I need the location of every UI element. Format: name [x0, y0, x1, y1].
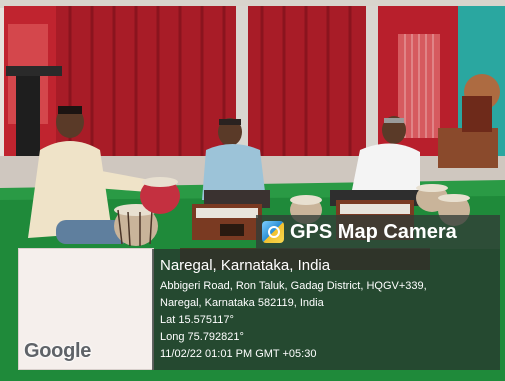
google-logo: Google: [24, 340, 92, 362]
address-line-1: Abbigeri Road, Ron Taluk, Gadag District…: [160, 280, 427, 292]
latitude: Lat 15.575117°: [160, 314, 234, 326]
gps-header: GPS Map Camera: [256, 215, 500, 249]
location-title: Naregal, Karnataka, India: [160, 257, 331, 274]
longitude: Long 75.792821°: [160, 331, 244, 343]
harmonium-center: [192, 204, 262, 240]
photo-frame: Google GPS Map Camera Naregal, Karnataka…: [0, 0, 505, 381]
location-info: Naregal, Karnataka, India Abbigeri Road,…: [152, 249, 500, 370]
camera-pin-icon: [262, 221, 284, 243]
app-name: GPS Map Camera: [290, 220, 457, 243]
timestamp: 11/02/22 01:01 PM GMT +05:30: [160, 348, 317, 360]
address-line-2: Naregal, Karnataka 582119, India: [160, 297, 324, 309]
curtain-center-left: [56, 6, 236, 156]
